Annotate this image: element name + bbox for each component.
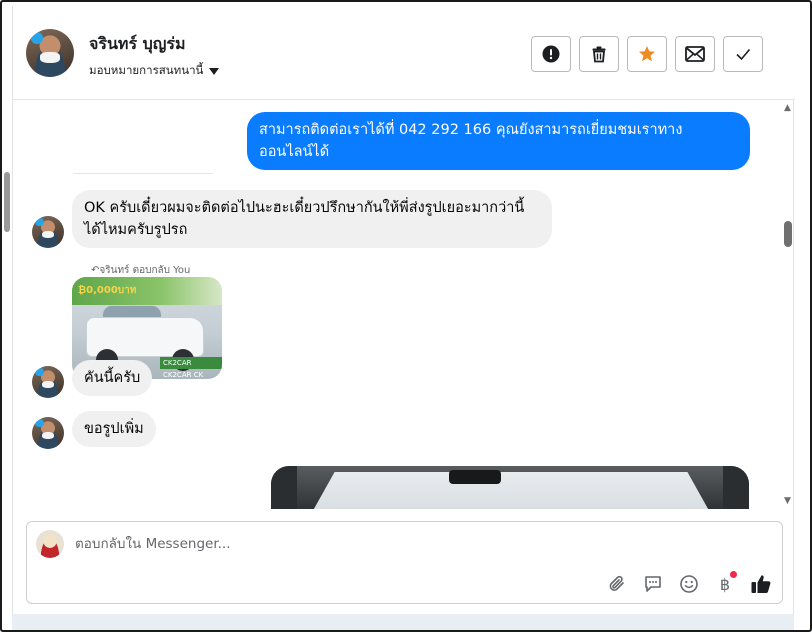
message-line: OK ครับเดี๋ยวผมจะติดต่อไปนะฮะเดี๋ยวปรึกษ… — [84, 200, 525, 216]
scroll-down-arrow-icon[interactable]: ▼ — [784, 496, 791, 506]
sender-avatar[interactable] — [32, 417, 64, 449]
assign-label: มอบหมายการสนทนานี้ — [89, 63, 204, 77]
notification-dot — [730, 571, 737, 578]
contact-name[interactable]: จรินทร์ บุญร่ม — [89, 32, 186, 57]
message-thread[interactable]: สามารถติดต่อเราได้ที่ 042 292 166 คุณยัง… — [13, 101, 795, 509]
checkmark-icon — [736, 48, 751, 61]
car-interior-photo[interactable] — [271, 466, 749, 509]
reply-label-text: จรินทร์ ตอบกลับ You — [99, 265, 191, 276]
sender-avatar[interactable] — [32, 216, 64, 248]
chat-bubble-icon — [645, 576, 661, 592]
spam-button[interactable] — [531, 36, 571, 72]
incoming-message-bubble[interactable]: OK ครับเดี๋ยวผมจะติดต่อไปนะฮะเดี๋ยวปรึกษ… — [72, 190, 552, 248]
thread-scrollbar[interactable]: ▲ ▼ — [783, 101, 795, 509]
message-text: ขอรูปเพิ่ม — [84, 421, 144, 437]
pillar-right — [723, 466, 749, 509]
baht-icon: ฿ — [719, 574, 731, 594]
smiley-icon — [680, 575, 698, 593]
reply-input[interactable] — [75, 536, 765, 552]
incoming-message-bubble[interactable]: คันนี้ครับ — [72, 360, 153, 396]
thumbs-up-icon — [751, 575, 771, 593]
alert-circle-icon — [542, 45, 560, 63]
mark-unread-button[interactable] — [675, 36, 715, 72]
message-line: ออนไลน์ได้ — [259, 144, 330, 160]
sender-avatar[interactable] — [32, 366, 64, 398]
message-line: สามารถติดต่อเราได้ที่ 042 292 166 คุณยัง… — [259, 122, 683, 138]
scroll-up-arrow-icon[interactable]: ▲ — [784, 103, 791, 113]
divider — [73, 173, 213, 174]
like-button[interactable] — [750, 573, 772, 595]
message-text: คันนี้ครับ — [84, 370, 141, 386]
message-line: ได้ไหมครับรูปรถ — [84, 222, 188, 238]
caret-down-icon — [209, 67, 220, 75]
conversation-panel: จรินทร์ บุญร่ม มอบหมายการสนทนานี้ สามารถ… — [12, 6, 795, 614]
contact-avatar[interactable] — [26, 29, 74, 77]
image-strip: CK2CAR CK2CAR CK — [160, 357, 222, 379]
star-icon — [639, 46, 655, 62]
payment-button[interactable]: ฿ — [714, 571, 737, 595]
trash-icon — [592, 46, 606, 63]
mark-done-button[interactable] — [723, 36, 763, 72]
attach-button[interactable] — [606, 573, 628, 595]
rearview-mirror — [449, 470, 501, 484]
reply-label: ↶จรินทร์ ตอบกลับ You — [91, 263, 190, 278]
saved-replies-button[interactable] — [642, 573, 664, 595]
outgoing-message-bubble[interactable]: สามารถติดต่อเราได้ที่ 042 292 166 คุณยัง… — [247, 112, 750, 170]
app-frame: จรินทร์ บุญร่ม มอบหมายการสนทนานี้ สามารถ… — [0, 0, 812, 632]
pillar-left — [271, 466, 297, 509]
star-button[interactable] — [627, 36, 667, 72]
incoming-message-bubble[interactable]: ขอรูปเพิ่ม — [72, 411, 156, 447]
image-banner: ₿0,000บาท — [72, 277, 222, 305]
conversation-header: จรินทร์ บุญร่ม มอบหมายการสนทนานี้ — [13, 6, 795, 100]
scrollbar-thumb[interactable] — [784, 221, 792, 247]
page-avatar — [36, 530, 64, 558]
outer-scrollbar-thumb[interactable] — [4, 172, 10, 232]
delete-button[interactable] — [579, 36, 619, 72]
window-bottom-edge — [12, 614, 794, 630]
windshield — [301, 472, 721, 509]
paperclip-icon — [609, 575, 624, 591]
envelope-icon — [685, 46, 705, 62]
composer-tools: ฿ — [606, 571, 772, 595]
reply-composer: ฿ — [26, 521, 783, 604]
banner-text: ₿0,000บาท — [78, 285, 137, 296]
emoji-button[interactable] — [678, 573, 700, 595]
header-toolbar — [531, 36, 763, 72]
assign-conversation-dropdown[interactable]: มอบหมายการสนทนานี้ — [89, 62, 220, 80]
